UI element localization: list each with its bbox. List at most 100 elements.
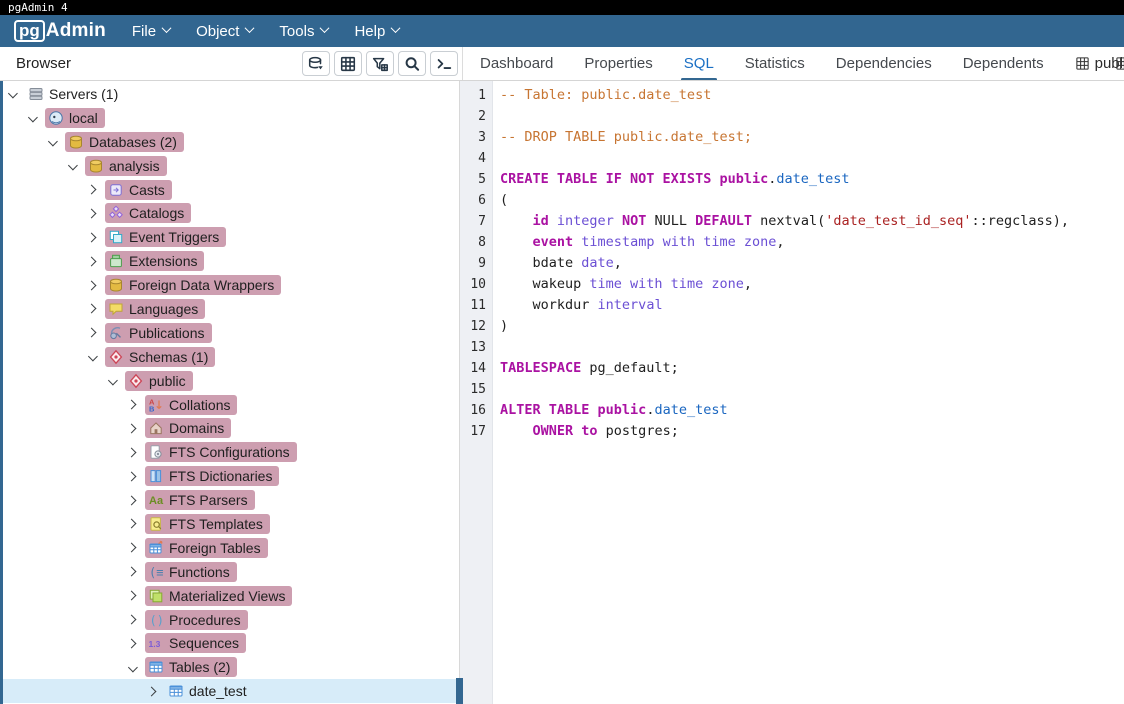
tree-item-procedures[interactable]: Procedures xyxy=(0,608,459,632)
tree-item-label: Foreign Data Wrappers xyxy=(129,277,274,293)
chevron-right-icon[interactable] xyxy=(127,638,137,648)
line-number: 10 xyxy=(460,274,492,295)
tree-item-extensions[interactable]: Extensions xyxy=(0,249,459,273)
menu-tools[interactable]: Tools xyxy=(279,23,328,40)
tab-properties[interactable]: Properties xyxy=(584,47,652,80)
tree-item-functions[interactable]: Functions xyxy=(0,560,459,584)
tree-item-foreign-data-wrappers[interactable]: Foreign Data Wrappers xyxy=(0,273,459,297)
tree-item-sequences[interactable]: Sequences xyxy=(0,631,459,655)
chevron-right-icon[interactable] xyxy=(127,400,137,410)
tree-item-date-test[interactable]: date_test xyxy=(0,679,459,703)
search-objects-button[interactable] xyxy=(398,51,426,76)
menu-object[interactable]: Object xyxy=(196,23,253,40)
tab-statistics[interactable]: Statistics xyxy=(745,47,805,80)
tree-item-labelwrap: Catalogs xyxy=(105,203,191,223)
chevron-down-icon[interactable] xyxy=(48,137,58,147)
chevron-right-icon[interactable] xyxy=(87,232,97,242)
tree-item-labelwrap: Sequences xyxy=(145,633,246,653)
tree-item-materialized-views[interactable]: Materialized Views xyxy=(0,584,459,608)
tree-item-tables-2[interactable]: Tables (2) xyxy=(0,655,459,679)
tree-scrollbar-thumb[interactable] xyxy=(456,678,463,704)
server-icon xyxy=(28,86,44,102)
filtered-rows-button[interactable] xyxy=(366,51,394,76)
chevron-down-icon[interactable] xyxy=(128,662,138,672)
tree-item-label: FTS Parsers xyxy=(169,492,248,508)
chevron-right-icon[interactable] xyxy=(127,495,137,505)
view-data-button[interactable] xyxy=(334,51,362,76)
tree-item-public[interactable]: public xyxy=(0,369,459,393)
chevron-down-icon[interactable] xyxy=(68,161,78,171)
tab-dependents[interactable]: Dependents xyxy=(963,47,1044,80)
tree-item-domains[interactable]: Domains xyxy=(0,416,459,440)
chevron-right-icon[interactable] xyxy=(127,615,137,625)
tab-sql[interactable]: SQL xyxy=(684,47,714,80)
chevron-down-icon[interactable] xyxy=(88,352,98,362)
chevron-right-icon[interactable] xyxy=(127,447,137,457)
chevron-right-icon[interactable] xyxy=(127,423,137,433)
tree-item-event-triggers[interactable]: Event Triggers xyxy=(0,225,459,249)
chevron-right-icon[interactable] xyxy=(87,280,97,290)
sql-code-editor[interactable]: -- Table: public.date_test-- DROP TABLE … xyxy=(493,81,1124,704)
chevron-down-icon[interactable] xyxy=(28,113,38,123)
ftstmpl-icon xyxy=(148,516,164,532)
tree-item-label: Sequences xyxy=(169,635,239,651)
psql-tool-button[interactable] xyxy=(430,51,458,76)
refresh-database-button[interactable] xyxy=(302,51,330,76)
tree-item-local[interactable]: local xyxy=(0,106,459,130)
chevron-right-icon[interactable] xyxy=(87,304,97,314)
tree-item-languages[interactable]: Languages xyxy=(0,297,459,321)
ftsparse-icon xyxy=(148,492,164,508)
tab-dependencies[interactable]: Dependencies xyxy=(836,47,932,80)
tree-item-schemas-1[interactable]: Schemas (1) xyxy=(0,345,459,369)
tree-item-label: Tables (2) xyxy=(169,659,230,675)
tree-item-label: Extensions xyxy=(129,253,197,269)
sql-pane[interactable]: 1234567891011121314151617 -- Table: publ… xyxy=(460,81,1124,704)
tree-item-labelwrap: Tables (2) xyxy=(145,657,237,677)
tree-item-fts-parsers[interactable]: FTS Parsers xyxy=(0,488,459,512)
chevron-right-icon[interactable] xyxy=(87,328,97,338)
tree-item-fts-configurations[interactable]: FTS Configurations xyxy=(0,440,459,464)
sql-line: -- DROP TABLE public.date_test; xyxy=(500,127,1124,148)
tree-item-fts-dictionaries[interactable]: FTS Dictionaries xyxy=(0,464,459,488)
sql-line: event timestamp with time zone, xyxy=(500,232,1124,253)
tree-item-casts[interactable]: Casts xyxy=(0,178,459,202)
chevron-right-icon[interactable] xyxy=(87,256,97,266)
menu-items: File Object Tools Help xyxy=(132,23,425,40)
chevron-right-icon[interactable] xyxy=(127,567,137,577)
tree-item-labelwrap: analysis xyxy=(85,156,167,176)
tree-item-label: Servers (1) xyxy=(49,86,118,102)
chevron-right-icon[interactable] xyxy=(127,519,137,529)
tree-item-catalogs[interactable]: Catalogs xyxy=(0,201,459,225)
chevron-right-icon[interactable] xyxy=(127,543,137,553)
chevron-right-icon[interactable] xyxy=(127,471,137,481)
chevron-right-icon[interactable] xyxy=(127,591,137,601)
tree-item-servers-1[interactable]: Servers (1) xyxy=(0,82,459,106)
chevron-right-icon[interactable] xyxy=(87,208,97,218)
tab-partial-next-icon[interactable] xyxy=(1115,47,1124,80)
tree-item-foreign-tables[interactable]: Foreign Tables xyxy=(0,536,459,560)
tree-item-label: FTS Templates xyxy=(169,516,263,532)
tab-dashboard[interactable]: Dashboard xyxy=(480,47,553,80)
line-number: 1 xyxy=(460,85,492,106)
chevron-right-icon[interactable] xyxy=(147,686,157,696)
menu-help[interactable]: Help xyxy=(354,23,399,40)
tree-item-label: analysis xyxy=(109,158,160,174)
menu-file[interactable]: File xyxy=(132,23,170,40)
tree-item-fts-templates[interactable]: FTS Templates xyxy=(0,512,459,536)
chevron-down-icon[interactable] xyxy=(108,376,118,386)
line-number: 3 xyxy=(460,127,492,148)
chevron-down-icon xyxy=(245,23,255,33)
tree-item-databases-2[interactable]: Databases (2) xyxy=(0,130,459,154)
tree-item-label: Casts xyxy=(129,182,165,198)
tree-item-analysis[interactable]: analysis xyxy=(0,154,459,178)
menu-object-label: Object xyxy=(196,23,239,40)
tree-item-publications[interactable]: Publications xyxy=(0,321,459,345)
object-browser-tree[interactable]: Servers (1) localDatabases (2) analysis Cas… xyxy=(0,81,459,704)
tree-item-collations[interactable]: Collations xyxy=(0,393,459,417)
schema-icon xyxy=(108,349,124,365)
chevron-right-icon[interactable] xyxy=(87,185,97,195)
ext-icon xyxy=(108,253,124,269)
chevron-down-icon[interactable] xyxy=(8,89,18,99)
db-icon xyxy=(88,158,104,174)
os-titlebar: pgAdmin 4 xyxy=(0,0,1124,15)
